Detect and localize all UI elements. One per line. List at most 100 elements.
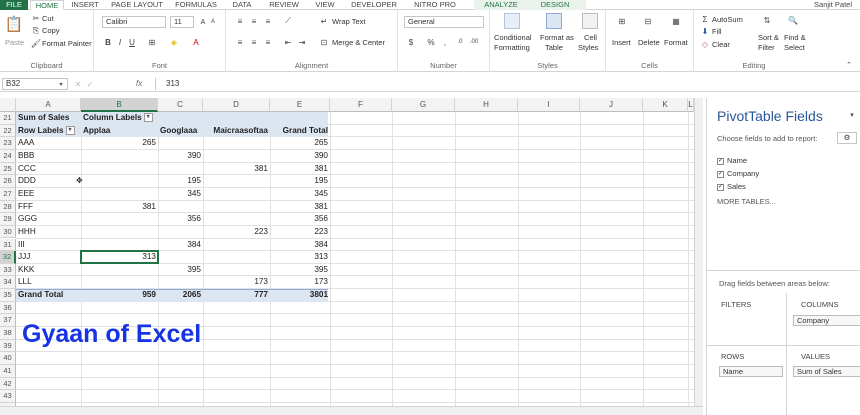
pivot-value-cell[interactable]: 265: [270, 137, 330, 150]
pivot-value-cell[interactable]: 381: [270, 163, 330, 176]
pivot-value-cell[interactable]: 384: [270, 239, 330, 252]
pivot-value-cell[interactable]: 395: [158, 264, 203, 277]
pane-options-icon[interactable]: ▾: [847, 110, 857, 120]
clear-icon[interactable]: ◇: [700, 39, 710, 49]
pivot-col-header[interactable]: Grand Total: [270, 125, 330, 138]
column-header-j[interactable]: J: [580, 98, 643, 112]
find-select-icon[interactable]: 🔍: [786, 13, 800, 27]
cell-styles-label-2[interactable]: Styles: [578, 43, 598, 52]
row-header-41[interactable]: 41: [0, 365, 16, 378]
pivot-col-header[interactable]: Googlaaa: [158, 125, 203, 138]
pivot-row-label[interactable]: HHH: [16, 226, 81, 239]
column-header-g[interactable]: G: [392, 98, 455, 112]
decrease-indent-icon[interactable]: ⇤: [282, 37, 294, 47]
align-right-icon[interactable]: ≡: [262, 37, 274, 47]
row-header-38[interactable]: 38: [0, 327, 16, 340]
row-header-22[interactable]: 22: [0, 124, 16, 138]
grand-total-value[interactable]: 3801: [270, 289, 330, 302]
borders-icon[interactable]: ⊞: [146, 37, 158, 47]
wrap-text-icon[interactable]: ↵: [318, 16, 330, 26]
number-format-select[interactable]: General: [404, 16, 484, 28]
autosum-icon[interactable]: Σ: [700, 14, 710, 24]
tab-formulas[interactable]: FORMULAS: [170, 0, 222, 10]
row-header-31[interactable]: 31: [0, 238, 16, 252]
conditional-formatting-label-2[interactable]: Formatting: [494, 43, 530, 52]
name-box-dropdown-icon[interactable]: ▾: [56, 79, 66, 89]
increase-decimal-icon[interactable]: .0: [454, 37, 466, 47]
delete-cells-button[interactable]: Delete: [638, 38, 660, 47]
underline-icon[interactable]: U: [128, 37, 136, 47]
decrease-decimal-icon[interactable]: .00: [468, 37, 480, 47]
find-select-label-2[interactable]: Select: [784, 43, 805, 52]
format-as-table-label[interactable]: Format as: [540, 33, 574, 42]
pivot-value-cell[interactable]: 395: [270, 264, 330, 277]
tab-home[interactable]: HOME: [30, 0, 64, 10]
row-header-24[interactable]: 24: [0, 149, 16, 163]
pivot-value-cell[interactable]: 265: [81, 137, 158, 150]
insert-cells-icon[interactable]: ⊞: [614, 13, 630, 29]
filter-dropdown-icon[interactable]: ▾: [65, 125, 75, 135]
pivot-col-header[interactable]: Applaa: [81, 125, 158, 138]
row-header-21[interactable]: 21: [0, 112, 16, 125]
values-field-sum-of-sales[interactable]: Sum of Sales: [793, 366, 860, 377]
conditional-formatting-label[interactable]: Conditional: [494, 33, 532, 42]
column-header-k[interactable]: K: [643, 98, 688, 112]
tab-developer[interactable]: DEVELOPER: [344, 0, 404, 10]
merge-center-icon[interactable]: ⊡: [318, 37, 330, 47]
format-painter-icon[interactable]: 🖌: [31, 39, 41, 48]
pivot-value-cell[interactable]: 313: [270, 251, 330, 264]
pivot-value-cell[interactable]: 195: [158, 175, 203, 188]
format-cells-button[interactable]: Format: [664, 38, 688, 47]
cell-styles-label[interactable]: Cell: [584, 33, 597, 42]
column-header-e[interactable]: E: [270, 98, 330, 112]
merge-center-button[interactable]: Merge & Center: [332, 38, 385, 47]
pivot-row-labels[interactable]: Row Labels ▾: [16, 125, 81, 138]
pivot-value-cell[interactable]: 223: [270, 226, 330, 239]
row-header-23[interactable]: 23: [0, 137, 16, 150]
format-as-table-icon[interactable]: [546, 13, 562, 29]
italic-icon[interactable]: I: [116, 37, 124, 47]
pivot-row-label[interactable]: FFF: [16, 201, 81, 214]
grand-total-value[interactable]: 2065: [158, 289, 203, 302]
row-header-26[interactable]: 26: [0, 175, 16, 188]
column-header-b[interactable]: B: [81, 98, 158, 112]
format-as-table-label-2[interactable]: Table: [545, 43, 563, 52]
row-header-30[interactable]: 30: [0, 225, 16, 239]
row-header-34[interactable]: 34: [0, 276, 16, 290]
delete-cells-icon[interactable]: ⊟: [640, 13, 656, 29]
column-header-a[interactable]: A: [16, 98, 81, 112]
tab-design[interactable]: DESIGN: [530, 0, 580, 10]
pivot-value-cell[interactable]: 381: [203, 163, 270, 176]
pivot-value-cell[interactable]: 390: [270, 150, 330, 163]
pivot-row-label[interactable]: DDD: [16, 175, 81, 188]
cancel-icon[interactable]: ✕: [74, 78, 82, 90]
pivot-value-cell[interactable]: 223: [203, 226, 270, 239]
font-color-icon[interactable]: A: [190, 37, 202, 47]
sort-filter-label-2[interactable]: Filter: [758, 43, 775, 52]
sort-filter-icon[interactable]: ⇅: [760, 13, 774, 27]
column-header-d[interactable]: D: [203, 98, 270, 112]
pivot-row-label[interactable]: JJJ: [16, 251, 81, 264]
column-header-i[interactable]: I: [518, 98, 580, 112]
user-name[interactable]: Sanjit Patel: [814, 0, 852, 10]
pivot-row-label[interactable]: GGG: [16, 213, 81, 226]
paste-icon[interactable]: 📋: [4, 14, 24, 34]
font-size-select[interactable]: 11: [170, 16, 194, 28]
clear-button[interactable]: Clear: [712, 40, 730, 49]
pivot-value-cell[interactable]: 345: [270, 188, 330, 201]
row-header-37[interactable]: 37: [0, 314, 16, 328]
checkbox-icon[interactable]: ✓: [717, 157, 724, 165]
row-header-25[interactable]: 25: [0, 162, 16, 176]
pivot-value-cell[interactable]: 173: [203, 276, 270, 289]
select-all-corner[interactable]: [0, 98, 16, 112]
align-center-icon[interactable]: ≡: [248, 37, 260, 47]
row-header-39[interactable]: 39: [0, 339, 16, 353]
pivot-value-cell[interactable]: 345: [158, 188, 203, 201]
column-header-c[interactable]: C: [158, 98, 203, 112]
percent-icon[interactable]: %: [426, 37, 436, 47]
column-header-h[interactable]: H: [455, 98, 518, 112]
sheet-tab-bar[interactable]: [0, 406, 703, 415]
pivot-value-label[interactable]: Sum of Sales: [16, 112, 81, 125]
cut-button[interactable]: Cut: [42, 14, 54, 23]
row-header-35[interactable]: 35: [0, 289, 16, 302]
